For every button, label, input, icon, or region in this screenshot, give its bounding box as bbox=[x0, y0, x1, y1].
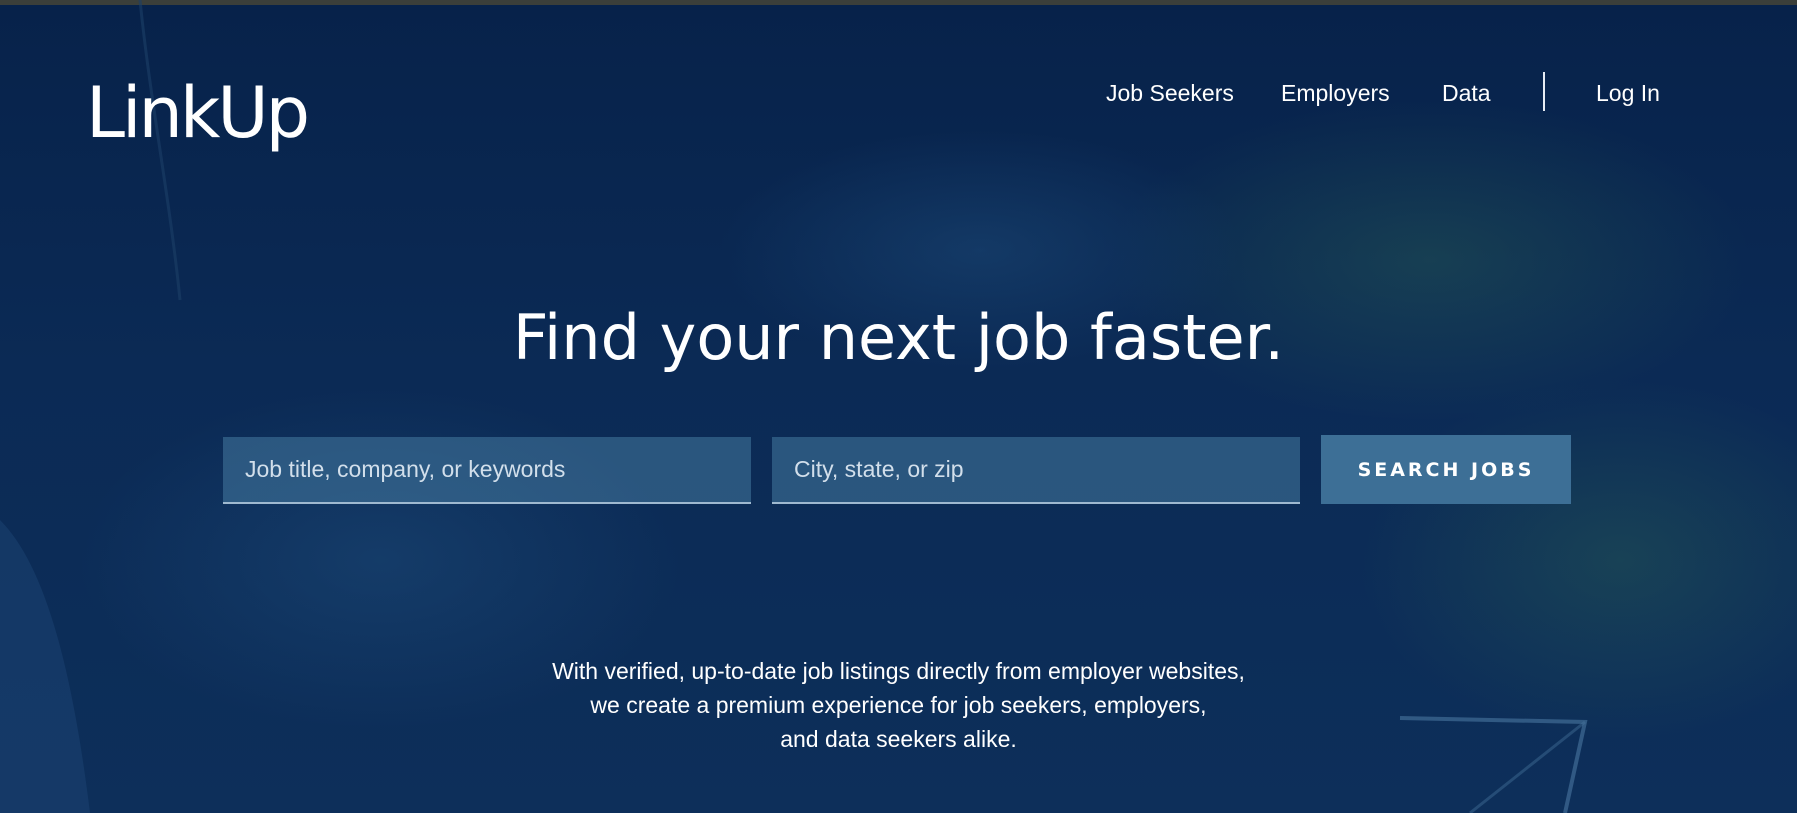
top-border bbox=[0, 0, 1797, 5]
main-nav: Job Seekers Employers Data Log In bbox=[0, 76, 1797, 110]
nav-job-seekers[interactable]: Job Seekers bbox=[1106, 76, 1234, 110]
tagline-line: we create a premium experience for job s… bbox=[590, 692, 1207, 718]
tagline-line: With verified, up-to-date job listings d… bbox=[552, 658, 1245, 684]
nav-divider bbox=[1543, 72, 1545, 111]
tagline-line: and data seekers alike. bbox=[780, 726, 1017, 752]
search-jobs-button[interactable]: SEARCH JOBS bbox=[1321, 435, 1571, 504]
hero-headline: Find your next job faster. bbox=[512, 301, 1285, 374]
landing-page: LinkUp Job Seekers Employers Data Log In… bbox=[0, 0, 1797, 813]
nav-employers[interactable]: Employers bbox=[1281, 76, 1390, 110]
hero-tagline: With verified, up-to-date job listings d… bbox=[0, 654, 1797, 756]
nav-log-in[interactable]: Log In bbox=[1596, 76, 1660, 110]
location-search-input[interactable] bbox=[772, 437, 1300, 504]
nav-data[interactable]: Data bbox=[1442, 76, 1491, 110]
keywords-search-input[interactable] bbox=[223, 437, 751, 504]
